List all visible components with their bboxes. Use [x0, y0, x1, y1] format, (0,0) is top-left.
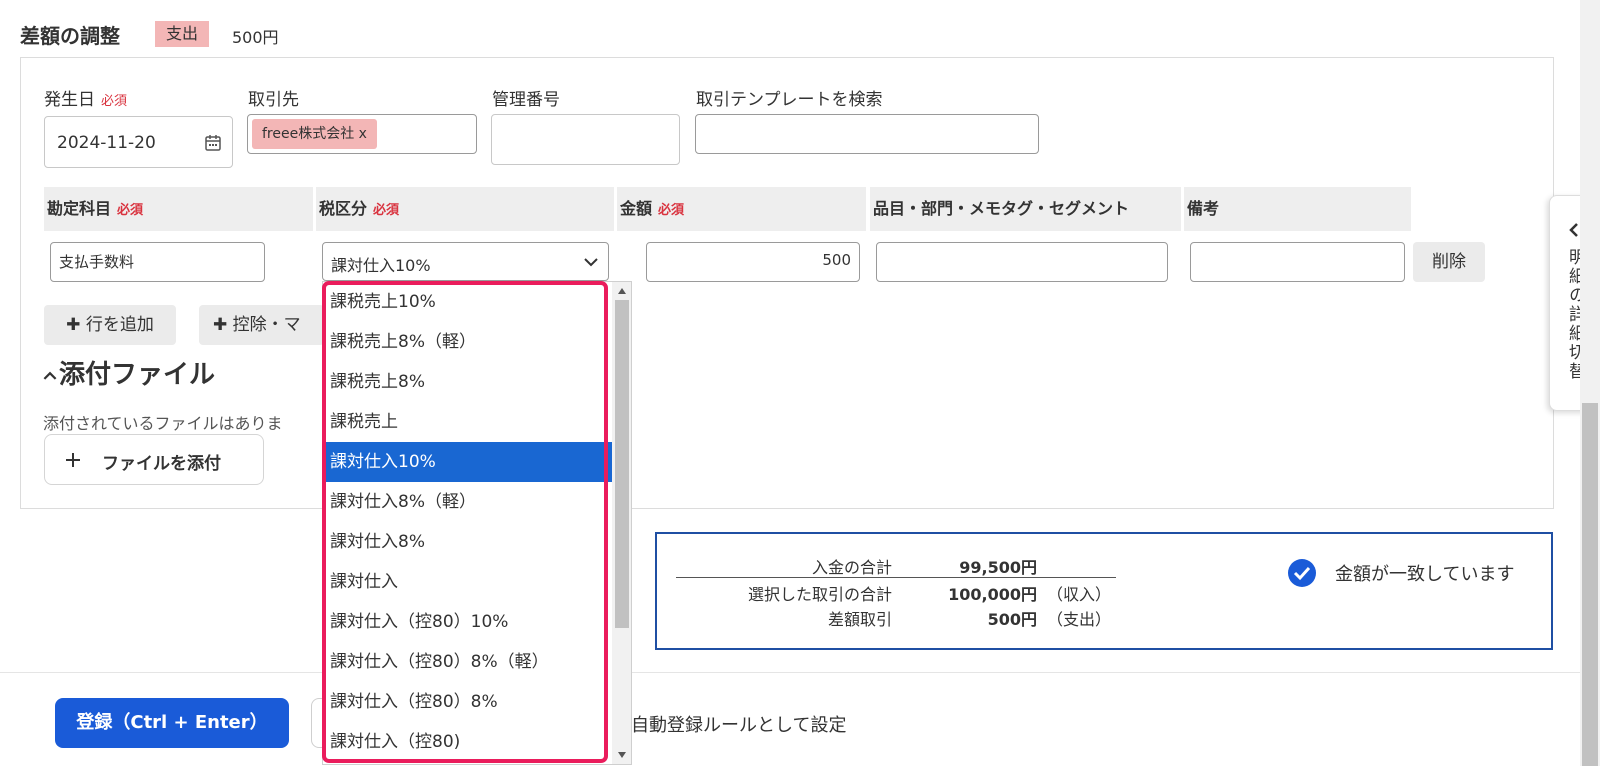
summary-value: 500円 — [987, 610, 1037, 629]
no-attachment-text: 添付されているファイルはありま — [43, 414, 283, 433]
summary-note: （収入） — [1047, 585, 1112, 604]
template-search-input[interactable] — [695, 114, 1039, 154]
summary-value: 100,000円 — [948, 585, 1037, 604]
tax-dropdown-list[interactable]: 課税売上10% 課税売上8%（軽） 課税売上8% 課税売上 課対仕入10% 課対… — [322, 281, 632, 765]
submit-button[interactable]: 登録（Ctrl + Enter） — [55, 698, 289, 748]
attach-file-label: ファイルを添付 — [102, 454, 221, 474]
template-search-label: 取引テンプレートを検索 — [696, 90, 883, 110]
partner-input[interactable]: freee株式会社 x — [247, 114, 477, 154]
header-items: 品目・部門・メモタグ・セグメント — [870, 187, 1181, 231]
summary-box: 入金の合計 99,500円 選択した取引の合計 100,000円 （収入） 差額… — [655, 532, 1553, 650]
page-title: 差額の調整 — [20, 24, 120, 48]
dropdown-option[interactable]: 課対仕入 — [323, 562, 612, 602]
page-scrollbar-thumb[interactable] — [1582, 403, 1598, 766]
dropdown-option[interactable]: 課対仕入（控80）8%（軽） — [323, 642, 612, 682]
expense-type-badge: 支出 — [155, 21, 209, 47]
dropdown-scrollbar-thumb[interactable] — [615, 300, 629, 628]
header-remarks: 備考 — [1184, 187, 1411, 231]
header-tax: 税区分 必須 — [316, 187, 614, 231]
attachment-section-title[interactable]: 添付ファイル — [43, 354, 215, 391]
summary-label: 選択した取引の合計 — [747, 585, 892, 604]
tax-select-value: 課対仕入10% — [331, 256, 431, 275]
chevron-up-icon[interactable] — [43, 371, 57, 380]
scroll-down-arrow-icon[interactable] — [617, 751, 627, 759]
dropdown-option[interactable]: 課対仕入（控80) — [323, 722, 612, 762]
items-input[interactable] — [876, 242, 1168, 282]
date-input[interactable]: 2024-11-20 — [44, 116, 233, 168]
auto-rule-text[interactable]: 自動登録ルールとして設定 — [631, 711, 846, 737]
summary-value: 99,500円 — [959, 558, 1037, 577]
tax-select[interactable]: 課対仕入10% — [322, 242, 609, 281]
plus-icon — [66, 453, 80, 467]
summary-divider — [676, 577, 1116, 578]
dropdown-option[interactable]: 課対仕入8%（軽） — [323, 482, 612, 522]
dropdown-option[interactable]: 課税売上10% — [323, 282, 612, 322]
dropdown-option[interactable]: 課税売上8%（軽） — [323, 322, 612, 362]
calendar-icon[interactable] — [204, 134, 222, 152]
check-circle-icon — [1288, 559, 1316, 587]
date-value: 2024-11-20 — [57, 133, 156, 153]
add-row-button[interactable]: ✚ 行を追加 — [44, 305, 176, 345]
header-account: 勘定科目 必須 — [44, 187, 313, 231]
scroll-up-arrow-icon[interactable] — [617, 287, 627, 295]
amount-input[interactable]: 500 — [646, 242, 860, 282]
deduction-button[interactable]: ✚ 控除・マ — [199, 305, 324, 345]
attach-file-button[interactable]: ファイルを添付 — [44, 434, 264, 485]
delete-row-button[interactable]: 削除 — [1413, 242, 1485, 282]
partner-label: 取引先 — [248, 90, 299, 110]
remarks-input[interactable] — [1190, 242, 1405, 282]
summary-note: （支出） — [1047, 610, 1112, 629]
dropdown-option[interactable]: 課税売上8% — [323, 362, 612, 402]
dropdown-option[interactable]: 課対仕入8% — [323, 522, 612, 562]
dropdown-option-selected[interactable]: 課対仕入10% — [323, 442, 612, 482]
management-number-label: 管理番号 — [492, 90, 560, 110]
amount-match-text: 金額が一致しています — [1335, 564, 1515, 585]
chevron-down-icon — [584, 258, 598, 267]
dropdown-option[interactable]: 課税売上 — [323, 402, 612, 442]
difference-amount: 500円 — [232, 28, 279, 47]
account-input[interactable]: 支払手数料 — [50, 242, 265, 282]
summary-label: 入金の合計 — [811, 558, 892, 577]
dropdown-option[interactable]: 課対仕入（控80）10% — [323, 602, 612, 642]
dropdown-scrollbar[interactable] — [612, 282, 631, 764]
chevron-left-icon — [1569, 223, 1578, 237]
partner-tag[interactable]: freee株式会社 x — [252, 119, 377, 149]
date-label: 発生日 必須 — [44, 90, 128, 110]
summary-label: 差額取引 — [827, 610, 892, 629]
management-number-input[interactable] — [491, 114, 680, 165]
header-amount: 金額 必須 — [617, 187, 866, 231]
dropdown-option[interactable]: 課対仕入（控80）8% — [323, 682, 612, 722]
